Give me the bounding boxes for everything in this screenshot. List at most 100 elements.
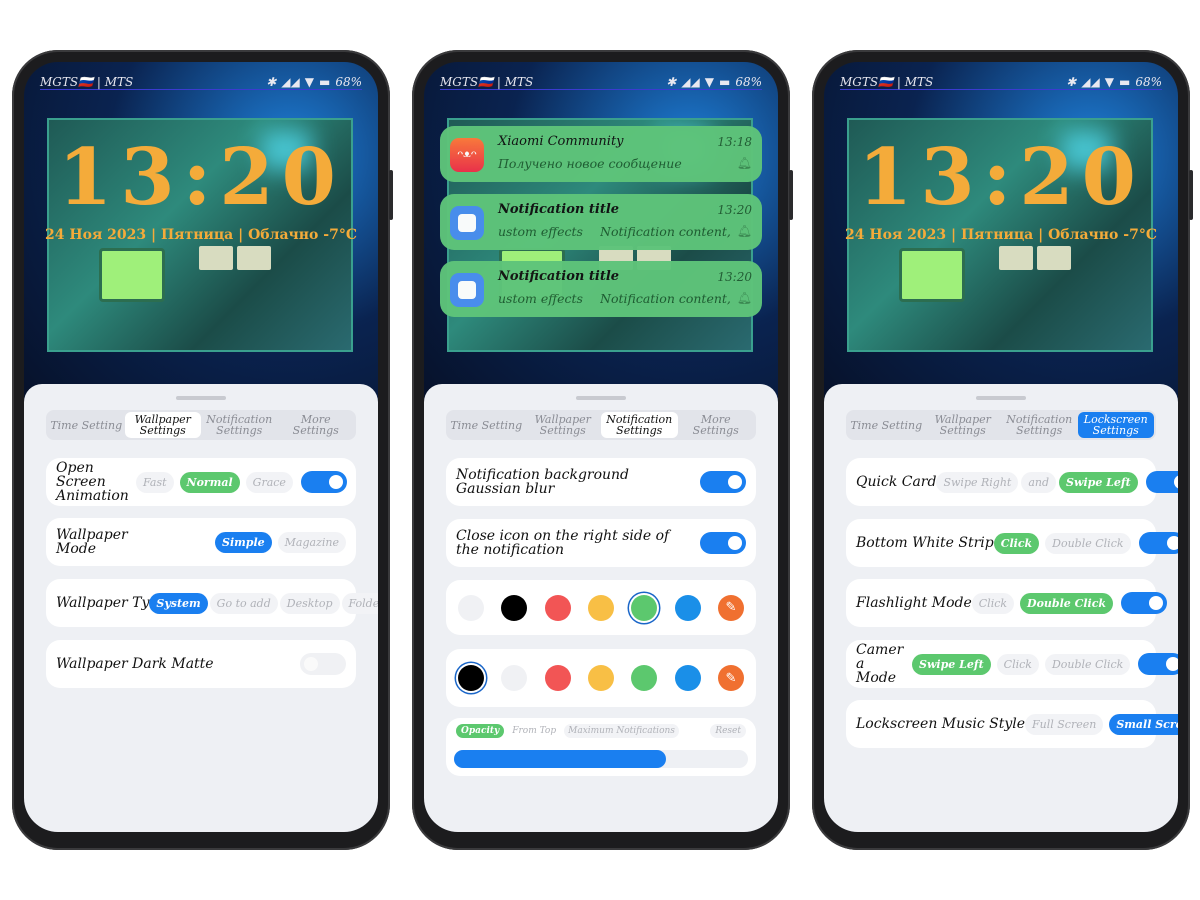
- opacity-slider[interactable]: [454, 750, 748, 768]
- option-double-click[interactable]: Double Click: [1044, 653, 1131, 675]
- notification-card[interactable]: Notification title 13:20 ustom effects N…: [440, 194, 762, 250]
- snooze-bell-icon[interactable]: 🔔︎: [737, 224, 752, 238]
- tab-notification-settings[interactable]: Notification Settings: [201, 412, 278, 438]
- lockscreen-date: 24 Ноя 2023 | Пятница | Облачно -7°C: [845, 227, 1157, 243]
- color-swatch[interactable]: [587, 594, 614, 621]
- reset-button[interactable]: Reset: [710, 724, 746, 738]
- option-system[interactable]: System: [149, 592, 208, 614]
- open-screen-animation-toggle[interactable]: [300, 471, 347, 493]
- tab-more-settings[interactable]: More Settings: [278, 412, 355, 438]
- snooze-bell-icon[interactable]: 🔔︎: [737, 291, 752, 305]
- snooze-bell-icon[interactable]: 🔔︎: [737, 156, 752, 170]
- row-label: Flashlight Mode: [856, 595, 972, 611]
- carrier-label: MGTS🇷🇺 | MTS: [840, 74, 934, 89]
- row-label: Open Screen Animation: [56, 460, 129, 504]
- carrier-label: MGTS🇷🇺 | MTS: [40, 74, 134, 89]
- option-desktop[interactable]: Desktop: [279, 592, 340, 614]
- wallpaper-dark-matte-toggle[interactable]: [300, 653, 346, 675]
- status-bar: MGTS🇷🇺 | MTS ✱ ◢◢ ▼ ▬ 68%: [40, 74, 362, 90]
- option-double-click[interactable]: Double Click: [1045, 532, 1131, 554]
- signal-icon: ◢◢: [1081, 74, 1100, 89]
- notification-card[interactable]: Notification title 13:20 ustom effects N…: [440, 261, 762, 317]
- signal-icon: ◢◢: [681, 74, 700, 89]
- option-grace[interactable]: Grace: [245, 471, 293, 493]
- tab-wallpaper-settings[interactable]: Wallpaper Settings: [925, 412, 1002, 438]
- wallpaper-mode-row: Wallpaper Mode Simple Magazine: [46, 518, 356, 566]
- option-click[interactable]: Click: [996, 653, 1039, 675]
- option-magazine[interactable]: Magazine: [277, 531, 346, 553]
- option-and: and: [1021, 471, 1057, 493]
- custom-color-pencil-icon[interactable]: ✎: [717, 665, 744, 691]
- sheet-handle[interactable]: [176, 396, 226, 400]
- option-click[interactable]: Click: [993, 532, 1040, 554]
- color-swatch[interactable]: [458, 594, 484, 621]
- sheet-handle[interactable]: [976, 396, 1026, 400]
- option-folder[interactable]: Folder: [341, 592, 378, 614]
- option-full-screen[interactable]: Full Screen: [1025, 713, 1104, 735]
- color-swatch[interactable]: [544, 594, 571, 621]
- bottom-white-strip-toggle[interactable]: [1138, 532, 1178, 554]
- option-simple[interactable]: Simple: [215, 531, 272, 553]
- flashlight-mode-toggle[interactable]: [1121, 592, 1168, 614]
- custom-color-pencil-icon[interactable]: ✎: [717, 594, 744, 621]
- tab-time-setting[interactable]: Time Setting: [48, 412, 125, 438]
- battery-icon: ▬: [1118, 74, 1131, 89]
- phone-notification-settings: MGTS🇷🇺 | MTS ✱ ◢◢ ▼ ▬ 68% ᴖᴥᴖ Xiaomi Communi…: [412, 50, 793, 850]
- tab-time-setting[interactable]: Time Setting: [848, 412, 925, 438]
- option-double-click[interactable]: Double Click: [1020, 592, 1114, 614]
- color-swatch[interactable]: [674, 665, 701, 691]
- row-label: Close icon on the right side of the noti…: [456, 528, 670, 558]
- settings-sheet: Time Setting Wallpaper Settings Notifica…: [24, 384, 378, 832]
- bluetooth-icon: ✱: [666, 74, 677, 89]
- option-swipe-left[interactable]: Swipe Left: [912, 653, 991, 675]
- lockscreen-clock: 13:20: [858, 132, 1144, 223]
- opacity-slider-row: Opacity From Top Maximum Notifications R…: [446, 718, 756, 776]
- tab-more-settings[interactable]: More Settings: [678, 412, 755, 438]
- option-normal[interactable]: Normal: [179, 471, 240, 493]
- option-swipe-left[interactable]: Swipe Left: [1059, 471, 1138, 493]
- option-go-to-add[interactable]: Go to add: [209, 592, 278, 614]
- option-fast[interactable]: Fast: [136, 471, 174, 493]
- close-icon-toggle[interactable]: [700, 532, 746, 554]
- option-from-top[interactable]: From Top: [508, 724, 560, 738]
- color-swatch[interactable]: [501, 665, 528, 691]
- option-swipe-right[interactable]: Swipe Right: [936, 471, 1019, 493]
- slider-fill: [454, 750, 666, 768]
- sheet-handle[interactable]: [576, 396, 626, 400]
- color-swatch[interactable]: [458, 665, 484, 691]
- option-opacity[interactable]: Opacity: [456, 724, 505, 738]
- battery-icon: ▬: [718, 74, 731, 89]
- lockscreen-music-style-row: Lockscreen Music Style Full Screen Small …: [846, 700, 1178, 748]
- option-maximum-notifications[interactable]: Maximum Notifications: [564, 724, 679, 738]
- color-swatch[interactable]: [674, 594, 701, 621]
- color-swatch[interactable]: [544, 665, 571, 691]
- notification-card[interactable]: ᴖᴥᴖ Xiaomi Community 13:18 Получено ново…: [440, 126, 762, 182]
- battery-level: 68%: [335, 74, 362, 89]
- lockscreen-date: 24 Ноя 2023 | Пятница | Облачно -7°C: [45, 227, 357, 243]
- tab-lockscreen-settings[interactable]: Lockscreen Settings: [1077, 412, 1154, 438]
- tab-notification-settings[interactable]: Notification Settings: [1001, 412, 1078, 438]
- row-label: Bottom White Strip: [856, 535, 994, 551]
- row-label: Quick Card: [856, 474, 937, 490]
- color-swatch[interactable]: [587, 665, 614, 691]
- camera-mode-toggle[interactable]: [1138, 653, 1178, 675]
- tab-wallpaper-settings[interactable]: Wallpaper Settings: [124, 412, 201, 438]
- color-swatch[interactable]: [631, 594, 658, 621]
- tab-time-setting[interactable]: Time Setting: [448, 412, 525, 438]
- quick-card-toggle[interactable]: [1145, 471, 1178, 493]
- quick-card-row: Quick Card Swipe Right and Swipe Left: [846, 458, 1178, 506]
- notification-content: Notification content, c: [600, 291, 730, 306]
- gaussian-blur-toggle[interactable]: [700, 471, 746, 493]
- tab-wallpaper-settings[interactable]: Wallpaper Settings: [525, 412, 602, 438]
- color-swatch[interactable]: [631, 665, 658, 691]
- option-small-screen[interactable]: Small Screen: [1109, 713, 1178, 735]
- open-screen-animation-row: Open Screen Animation Fast Normal Grace: [46, 458, 356, 506]
- xiaomi-community-icon: ᴖᴥᴖ: [450, 138, 484, 172]
- gaussian-blur-row: Notification background Gaussian blur: [446, 458, 756, 506]
- color-swatch[interactable]: [501, 594, 528, 621]
- signal-icon: ◢◢: [281, 74, 300, 89]
- option-click[interactable]: Click: [971, 592, 1015, 614]
- tab-notification-settings[interactable]: Notification Settings: [601, 412, 678, 438]
- battery-level: 68%: [735, 74, 762, 89]
- wifi-icon: ▼: [304, 74, 314, 89]
